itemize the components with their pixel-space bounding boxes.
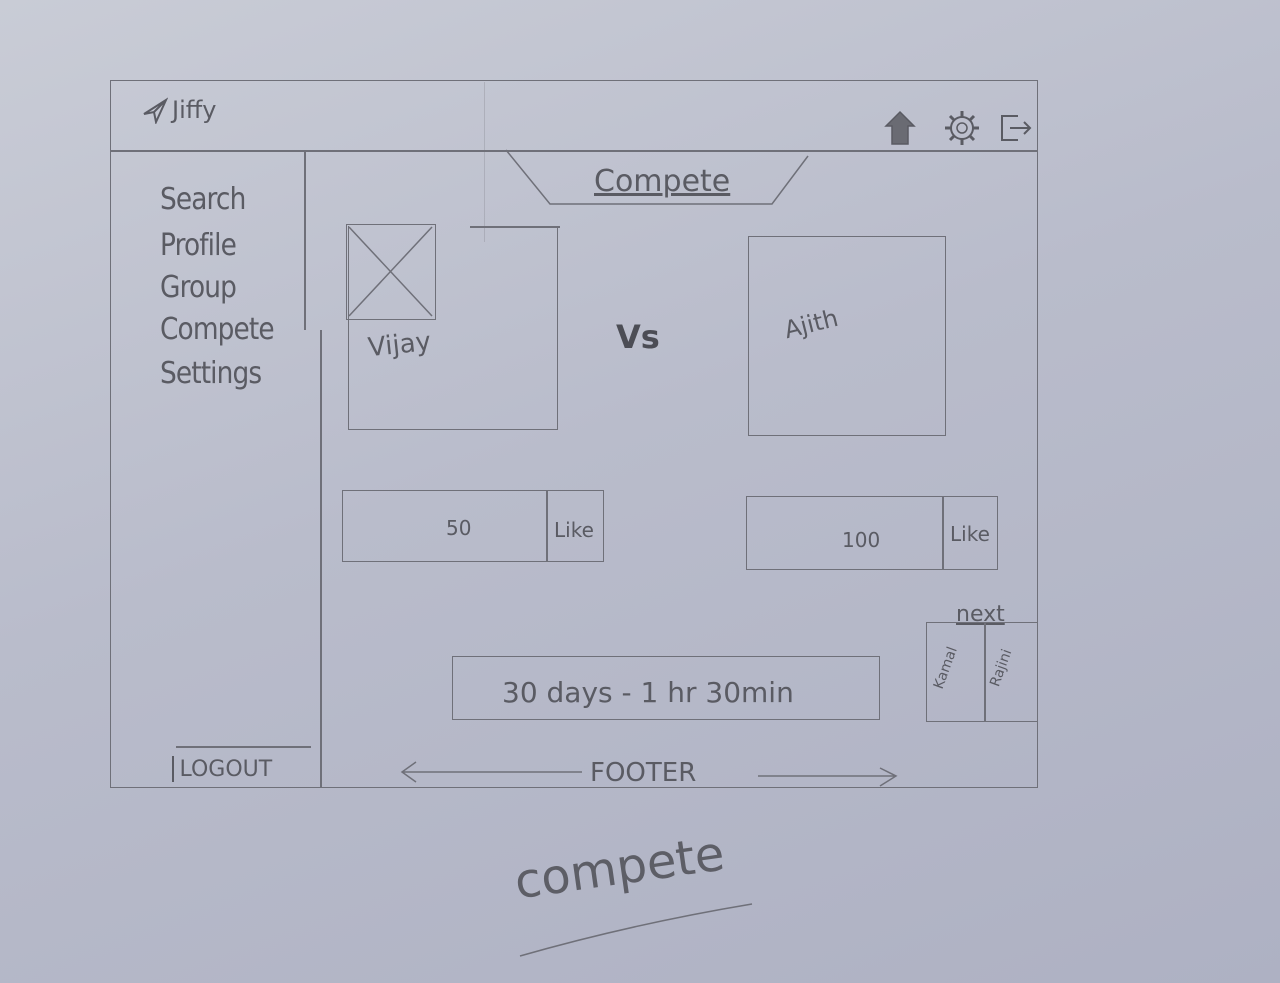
paper-plane-icon xyxy=(143,97,168,124)
right-vote-divider xyxy=(942,496,944,570)
app-title: Jiffy xyxy=(172,96,217,124)
sidebar-divider-bottom xyxy=(320,330,322,788)
logout-top-button[interactable] xyxy=(998,110,1034,150)
footer-label: FOOTER xyxy=(590,758,697,788)
sidebar-item-profile[interactable]: Profile xyxy=(160,228,237,263)
caption-underline xyxy=(519,903,753,957)
logout-label: LOGOUT xyxy=(179,756,273,782)
left-contestant-card xyxy=(348,226,558,430)
app-logo[interactable]: Jiffy xyxy=(142,96,216,124)
right-like-button[interactable]: Like xyxy=(950,522,990,546)
left-vote-count: 50 xyxy=(446,516,472,540)
sidebar-divider-top xyxy=(304,150,306,330)
vs-label: Vs xyxy=(616,318,660,356)
footer-arrow-left-icon xyxy=(400,761,582,783)
logout-button[interactable]: LOGOUT xyxy=(172,756,272,782)
paper-seam xyxy=(484,82,485,242)
sidebar-item-group[interactable]: Group xyxy=(160,270,237,305)
logout-divider xyxy=(176,746,311,748)
tab-compete[interactable]: Compete xyxy=(594,164,730,199)
footer-arrow-right-icon xyxy=(758,767,898,787)
sidebar-item-search[interactable]: Search xyxy=(160,182,246,217)
home-icon xyxy=(884,110,916,145)
countdown-timer: 30 days - 1 hr 30min xyxy=(502,676,794,709)
left-like-button[interactable]: Like xyxy=(554,518,594,542)
logout-bar-icon xyxy=(172,756,174,782)
gear-icon xyxy=(945,111,979,145)
sidebar-item-compete[interactable]: Compete xyxy=(160,312,275,347)
sketch-caption: compete xyxy=(511,825,728,911)
home-button[interactable] xyxy=(884,110,916,152)
left-vote-divider xyxy=(546,490,548,562)
sidebar-item-settings[interactable]: Settings xyxy=(160,356,262,391)
settings-button[interactable] xyxy=(942,108,982,152)
right-vote-count: 100 xyxy=(842,528,881,552)
next-panel-divider xyxy=(984,622,986,722)
right-contestant-card xyxy=(748,236,946,436)
logout-icon xyxy=(1001,115,1032,141)
left-card-top-edge xyxy=(470,226,560,228)
